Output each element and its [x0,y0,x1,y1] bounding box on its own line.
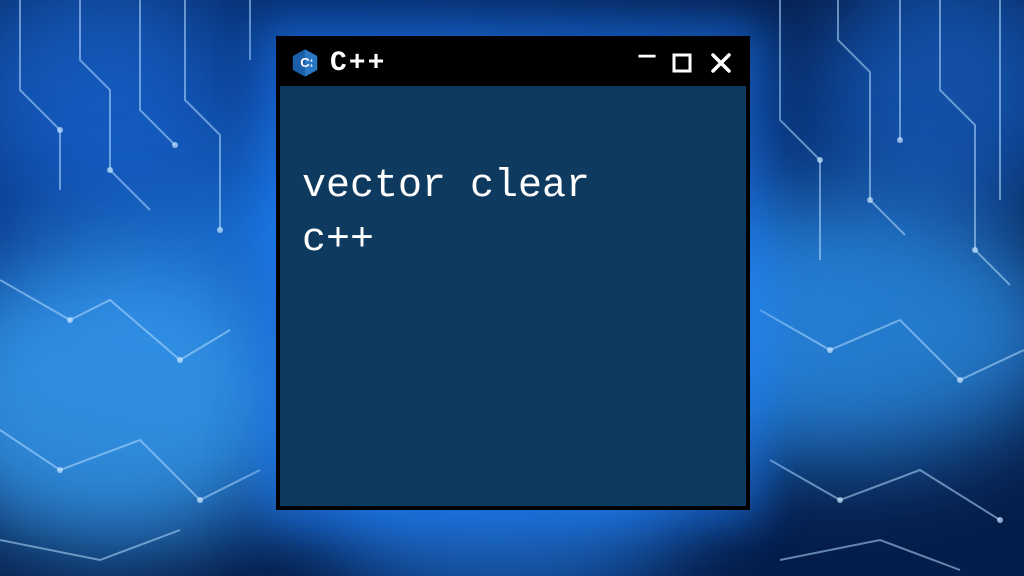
code-content: vector clear c++ [302,164,590,263]
code-window: C + + C++ — vector clear c++ [276,36,750,510]
maximize-button[interactable] [672,53,698,73]
svg-text:+: + [310,64,313,70]
close-button[interactable] [710,52,736,74]
window-title: C++ [330,48,624,79]
titlebar[interactable]: C + + C++ — [280,40,746,86]
svg-text:C: C [300,55,310,70]
cpp-logo-icon: C + + [290,48,320,78]
minimize-button[interactable]: — [634,41,660,72]
window-controls: — [634,48,736,79]
window-body: vector clear c++ [280,86,746,506]
